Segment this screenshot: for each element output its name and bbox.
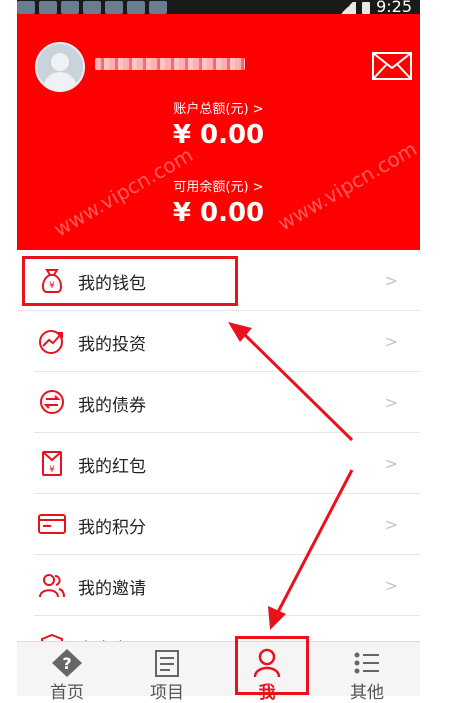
chevron-right-icon: > bbox=[384, 515, 398, 534]
chevron-right-icon: > bbox=[384, 332, 398, 351]
list-icon bbox=[354, 652, 379, 674]
avatar-head bbox=[51, 53, 69, 71]
diamond-question-icon: ? bbox=[52, 649, 82, 677]
tab-label: 其他 bbox=[350, 683, 384, 703]
bottom-tab-bar: ? 首页 项目 我 其他 bbox=[17, 641, 420, 703]
account-header: 账户总额(元) > ¥ 0.00 可用余额(元) > ¥ 0.00 www.vi… bbox=[17, 14, 421, 250]
menu-item-label: 我的红包 bbox=[78, 457, 146, 477]
red-envelope-icon: ¥ bbox=[42, 451, 62, 476]
avatar-body bbox=[43, 72, 77, 90]
notification-icon bbox=[61, 1, 79, 14]
chevron-right-icon: > bbox=[384, 393, 398, 412]
menu-item-label: 我的积分 bbox=[78, 518, 146, 538]
users-icon bbox=[39, 574, 65, 598]
tab-other[interactable]: 其他 bbox=[317, 642, 417, 703]
mail-icon[interactable] bbox=[372, 52, 412, 80]
battery-icon bbox=[362, 2, 371, 14]
chevron-right-icon: > bbox=[384, 454, 398, 473]
wallet-highlight-box bbox=[22, 256, 238, 306]
total-balance-amount: ¥ 0.00 bbox=[172, 120, 265, 150]
menu-item-label: 我的债券 bbox=[78, 396, 146, 416]
menu-item-label: 我的投资 bbox=[78, 335, 146, 355]
tab-home[interactable]: ? 首页 bbox=[17, 642, 117, 703]
account-menu: ¥ 我的钱包 > 我的投资 > 我的债券 > ¥ 我的红包 > 我的积分 > 我… bbox=[17, 250, 420, 677]
menu-item-points[interactable]: 我的积分 > bbox=[34, 494, 420, 555]
notification-icons bbox=[17, 0, 167, 14]
menu-item-red-envelope[interactable]: ¥ 我的红包 > bbox=[34, 433, 420, 494]
avatar[interactable] bbox=[35, 42, 85, 92]
card-icon bbox=[38, 514, 66, 534]
menu-item-bonds[interactable]: 我的债券 > bbox=[34, 372, 420, 433]
menu-item-invitations[interactable]: 我的邀请 > bbox=[34, 555, 420, 616]
chevron-right-icon: > bbox=[384, 271, 398, 290]
clock: 9:25 bbox=[376, 0, 412, 16]
trend-icon bbox=[39, 330, 63, 354]
status-bar: 9:25 bbox=[17, 0, 420, 16]
tab-projects[interactable]: 项目 bbox=[117, 642, 217, 703]
notification-icon bbox=[127, 1, 145, 14]
notification-icon bbox=[17, 1, 35, 14]
svg-text:¥: ¥ bbox=[49, 465, 55, 475]
notification-icon bbox=[105, 1, 123, 14]
notification-icon bbox=[83, 1, 101, 14]
svg-text:?: ? bbox=[62, 654, 71, 673]
notification-icon bbox=[39, 1, 57, 14]
signal-icon bbox=[338, 2, 357, 14]
notification-icon bbox=[149, 1, 167, 14]
tab-label: 首页 bbox=[50, 683, 84, 703]
tab-me-highlight-box bbox=[235, 636, 309, 695]
username-redacted bbox=[95, 58, 245, 70]
system-status: 9:25 bbox=[338, 0, 412, 16]
document-icon bbox=[155, 650, 179, 677]
total-balance-label[interactable]: 账户总额(元) > bbox=[17, 98, 420, 117]
menu-item-investment[interactable]: 我的投资 > bbox=[34, 311, 420, 372]
transfer-icon bbox=[40, 390, 64, 414]
tab-label: 项目 bbox=[150, 683, 184, 703]
menu-item-label: 我的邀请 bbox=[78, 579, 146, 599]
chevron-right-icon: > bbox=[384, 576, 398, 595]
